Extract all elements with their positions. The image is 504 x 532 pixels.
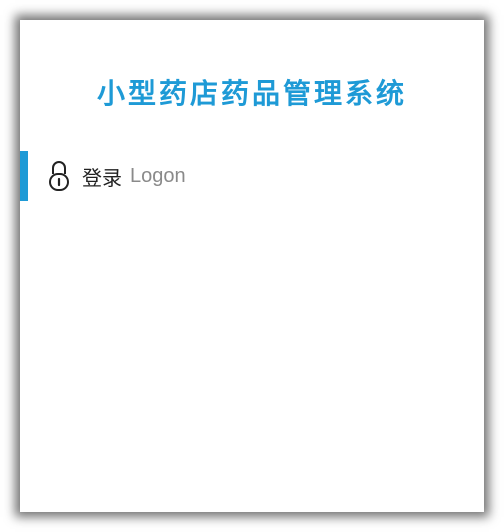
- login-section-header: 登录 Logon: [20, 151, 186, 201]
- login-panel: 小型药店药品管理系统 登录 Logon: [20, 20, 484, 512]
- login-label-cn: 登录: [82, 165, 122, 190]
- app-window: 小型药店药品管理系统 登录 Logon: [0, 0, 504, 532]
- login-label-en: Logon: [130, 164, 186, 187]
- lock-icon: [48, 159, 70, 193]
- page-title: 小型药店药品管理系统: [96, 77, 407, 110]
- accent-bar: [20, 151, 28, 201]
